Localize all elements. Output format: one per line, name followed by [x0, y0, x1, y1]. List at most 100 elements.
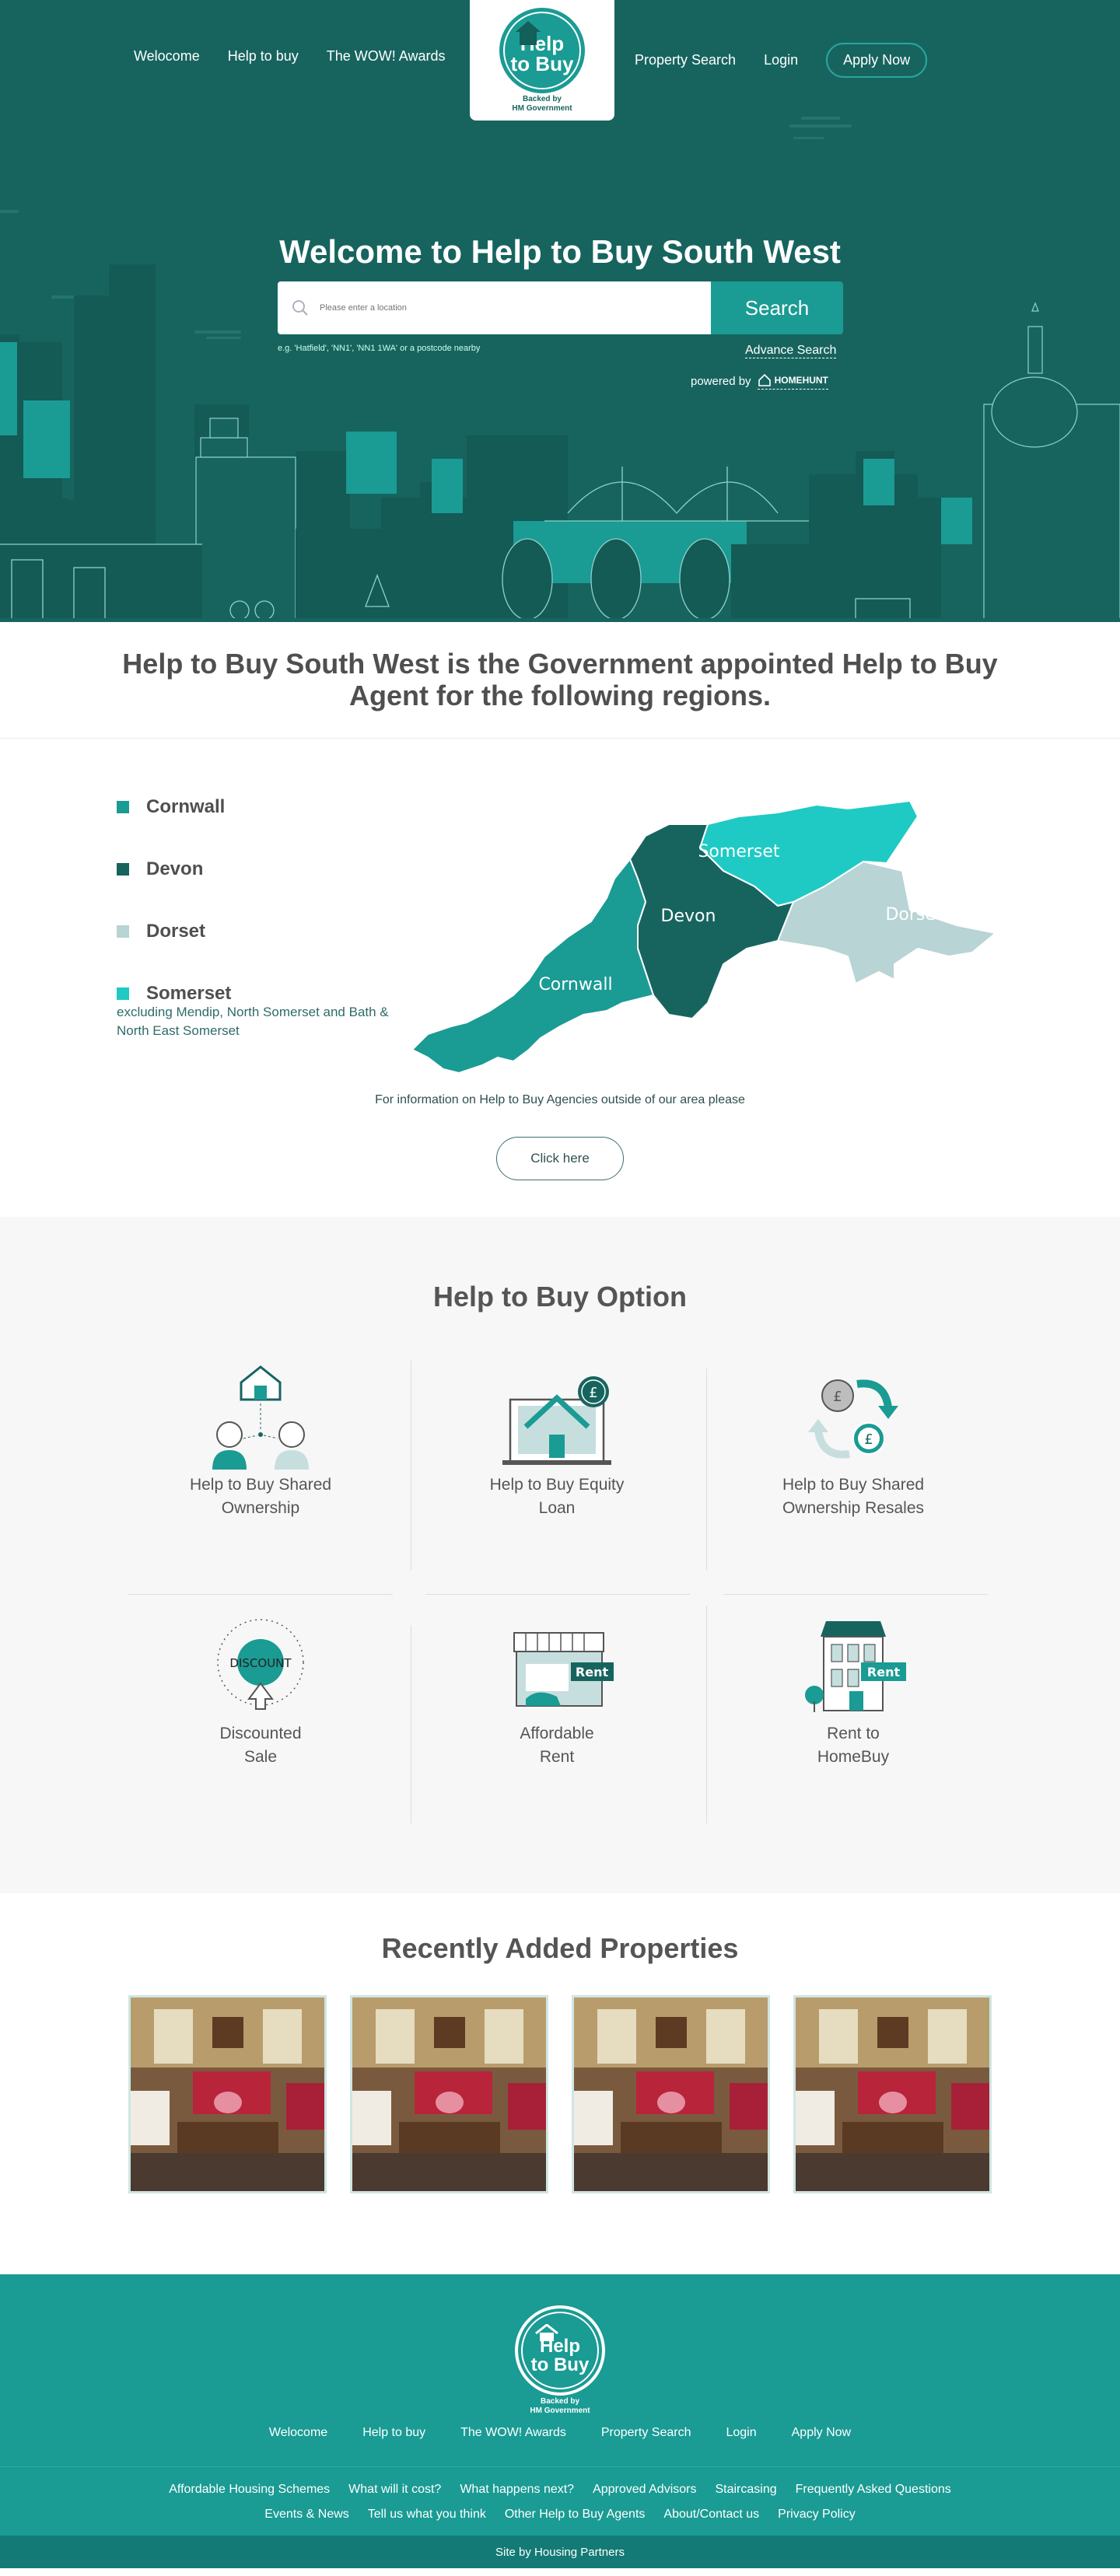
hero-section: Welocome Help to buy The WOW! Awards Hel…: [0, 0, 1120, 622]
recent-properties-section: Recently Added Properties: [0, 1893, 1120, 2274]
regions-section: Cornwall Devon Dorset Somerset excluding…: [0, 739, 1120, 1217]
divider: [723, 1594, 988, 1595]
powered-by: powered by HOMEHUNT: [691, 373, 828, 390]
search-button[interactable]: Search: [711, 281, 843, 334]
footer-link[interactable]: Events & News: [264, 2508, 348, 2522]
search-bar: Search: [278, 281, 843, 334]
shared-ownership-icon: [212, 1365, 309, 1470]
option-rent-to-homebuy[interactable]: Rent Rent to HomeBuy: [737, 1606, 970, 1770]
advance-search-link[interactable]: Advance Search: [745, 344, 837, 358]
pound-symbol: £: [864, 1431, 873, 1448]
nav-welcome[interactable]: Welocome: [134, 48, 200, 65]
footer-link[interactable]: Affordable Housing Schemes: [169, 2483, 330, 2497]
map-label-somerset: Somerset: [698, 842, 779, 862]
hero-title: Welcome to Help to Buy South West: [279, 233, 841, 270]
footer-nav-welcome[interactable]: Welocome: [269, 2426, 327, 2440]
footer-nav-property-search[interactable]: Property Search: [601, 2426, 691, 2440]
region-name: Dorset: [146, 921, 206, 942]
property-card[interactable]: [572, 1995, 770, 2193]
logo-backed-by: Backed by HM Government: [512, 95, 572, 113]
logo-text-to-buy: to Buy: [510, 52, 574, 75]
map-cornwall[interactable]: [412, 858, 655, 1075]
region-name: Somerset: [146, 983, 232, 1004]
discount-icon: DISCOUNT: [217, 1619, 304, 1710]
region-item-devon: Devon: [117, 838, 231, 900]
property-photo: [574, 1998, 768, 2191]
option-discounted-sale[interactable]: DISCOUNT Discounted Sale: [144, 1606, 377, 1770]
footer-link[interactable]: Tell us what you think: [368, 2508, 486, 2522]
footer-divider: [0, 2466, 1120, 2467]
property-card[interactable]: [350, 1995, 548, 2193]
rent-sign: Rent: [867, 1665, 901, 1679]
option-label-line1: Rent to: [827, 1725, 880, 1742]
nav-right-group: Property Search Login Apply Now: [635, 43, 928, 78]
site-credit[interactable]: Site by Housing Partners: [0, 2536, 1120, 2568]
map-label-dorset: Dorset: [885, 905, 942, 924]
footer-backed-by: Backed by HM Government: [0, 2397, 1120, 2416]
footer-sub-line2: HM Government: [530, 2406, 590, 2415]
region-info-text: For information on Help to Buy Agencies …: [375, 1093, 745, 1106]
divider: [128, 1594, 393, 1595]
intro-section: Help to Buy South West is the Government…: [0, 622, 1120, 739]
option-shared-ownership-resales[interactable]: £ £ Help to Buy Shared Ownership Resales: [737, 1357, 970, 1521]
footer-link[interactable]: Approved Advisors: [593, 2483, 696, 2497]
divider: [706, 1606, 707, 1823]
nav-login[interactable]: Login: [764, 52, 798, 68]
logo-sub-line1: Backed by: [522, 95, 562, 103]
pound-symbol: £: [589, 1385, 597, 1401]
nav-left-group: Welocome Help to buy The WOW! Awards: [134, 48, 445, 65]
homehunt-logo[interactable]: HOMEHUNT: [757, 373, 828, 390]
nav-help-to-buy[interactable]: Help to buy: [228, 48, 299, 65]
click-here-button[interactable]: Click here: [496, 1137, 624, 1180]
option-label-line1: Help to Buy Equity: [489, 1476, 625, 1494]
option-label-line1: Help to Buy Shared: [782, 1476, 925, 1494]
option-affordable-rent[interactable]: Rent Affordable Rent: [440, 1606, 674, 1770]
footer-nav-wow-awards[interactable]: The WOW! Awards: [460, 2426, 566, 2440]
pound-symbol: £: [833, 1389, 842, 1405]
property-card[interactable]: [128, 1995, 327, 2193]
house-icon: [535, 2324, 558, 2341]
property-photo: [352, 1998, 546, 2191]
footer-link[interactable]: Privacy Policy: [778, 2508, 856, 2522]
footer-logo[interactable]: Help to Buy: [515, 2305, 605, 2396]
region-list: Cornwall Devon Dorset Somerset: [117, 776, 231, 1025]
option-label-line1: Affordable: [520, 1725, 594, 1742]
nav-wow-awards[interactable]: The WOW! Awards: [327, 48, 446, 65]
footer-link[interactable]: About/Contact us: [663, 2508, 759, 2522]
option-label-line2: HomeBuy: [817, 1748, 890, 1767]
footer-link[interactable]: Frequently Asked Questions: [796, 2483, 951, 2497]
divider: [425, 1594, 690, 1595]
footer-nav-login[interactable]: Login: [726, 2426, 756, 2440]
equity-loan-icon: £: [502, 1376, 611, 1465]
option-label-line2: Loan: [538, 1499, 576, 1518]
option-label-line2: Ownership: [221, 1499, 300, 1518]
nav-property-search[interactable]: Property Search: [635, 52, 736, 68]
region-swatch: [117, 801, 129, 813]
header-logo[interactable]: Help to Buy Backed by HM Government: [470, 0, 614, 121]
footer-link[interactable]: Other Help to Buy Agents: [505, 2508, 646, 2522]
footer-nav-apply-now[interactable]: Apply Now: [792, 2426, 851, 2440]
property-card[interactable]: [793, 1995, 992, 2193]
footer-nav-help-to-buy[interactable]: Help to buy: [362, 2426, 425, 2440]
footer-link[interactable]: What will it cost?: [348, 2483, 441, 2497]
footer-links-row2: Events & News Tell us what you think Oth…: [0, 2508, 1120, 2522]
map-label-cornwall: Cornwall: [538, 975, 612, 994]
footer-sub-line1: Backed by: [540, 2397, 580, 2406]
divider: [706, 1368, 707, 1571]
region-name: Cornwall: [146, 796, 226, 817]
search-hint: e.g. 'Hatfield', 'NN1', 'NN1 1WA' or a p…: [278, 344, 481, 353]
footer-link[interactable]: Staircasing: [715, 2483, 776, 2497]
region-swatch: [117, 925, 129, 938]
footer-link[interactable]: What happens next?: [460, 2483, 574, 2497]
search-icon: [292, 300, 308, 316]
option-equity-loan[interactable]: £ Help to Buy Equity Loan: [440, 1357, 674, 1521]
intro-heading: Help to Buy South West is the Government…: [122, 647, 998, 711]
search-field[interactable]: [278, 281, 711, 334]
footer-logo-badge: Help to Buy: [521, 2312, 599, 2389]
affordable-rent-icon: Rent: [513, 1632, 614, 1707]
search-input[interactable]: [320, 303, 662, 313]
option-shared-ownership[interactable]: Help to Buy Shared Ownership: [144, 1357, 377, 1521]
apply-now-button[interactable]: Apply Now: [826, 43, 928, 78]
recent-title: Recently Added Properties: [381, 1932, 739, 1964]
footer: Help to Buy Backed by HM Government Welo…: [0, 2274, 1120, 2568]
